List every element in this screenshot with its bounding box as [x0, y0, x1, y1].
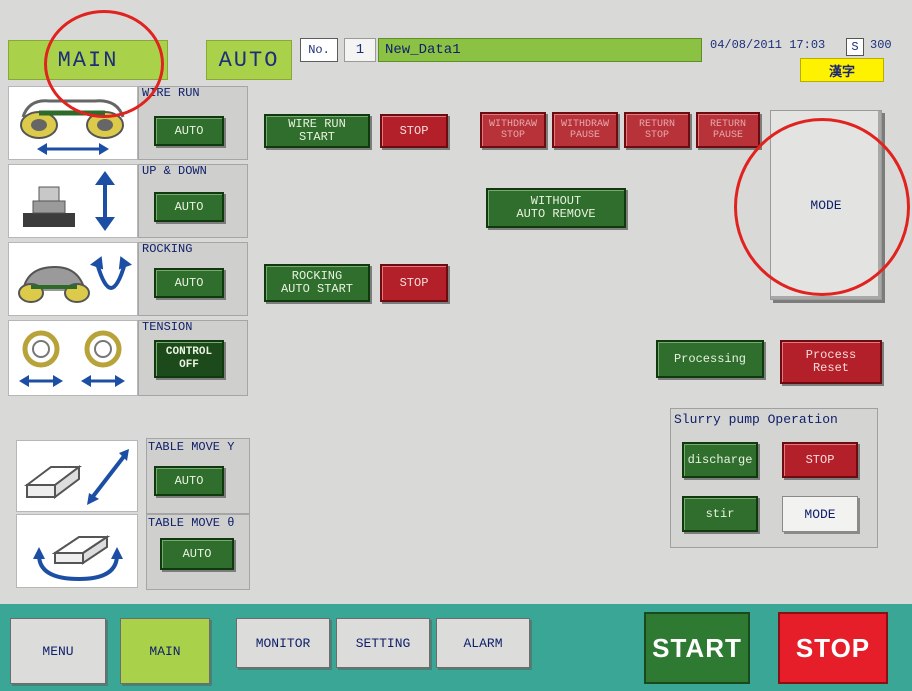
wire-run-label: WIRE RUN — [142, 86, 200, 100]
table-move-y-label: TABLE MOVE Y — [148, 440, 235, 454]
menu-button[interactable]: MENU — [10, 618, 106, 684]
table-move-y-mode-button[interactable]: AUTO — [154, 466, 224, 496]
tension-label: TENSION — [142, 320, 193, 334]
table-move-y-icon — [24, 449, 129, 505]
return-stop-button[interactable]: RETURN STOP — [624, 112, 690, 148]
return-pause-button[interactable]: RETURN PAUSE — [696, 112, 760, 148]
withdraw-stop-button[interactable]: WITHDRAW STOP — [480, 112, 546, 148]
wire-run-icon-box — [8, 86, 138, 160]
process-reset-button[interactable]: Process Reset — [780, 340, 882, 384]
data-no-label: No. — [300, 38, 338, 62]
wire-saw-horizontal-icon — [20, 99, 125, 155]
slurry-mode-button[interactable]: MODE — [782, 496, 858, 532]
data-number: 1 — [344, 38, 376, 62]
rocking-mode-button[interactable]: AUTO — [154, 268, 224, 298]
rocking-icon-box — [8, 242, 138, 316]
table-vertical-icon — [23, 171, 115, 231]
slurry-stir-button[interactable]: stir — [682, 496, 758, 532]
main-button[interactable]: MAIN — [120, 618, 210, 684]
wire-run-stop-button[interactable]: STOP — [380, 114, 448, 148]
up-down-label: UP & DOWN — [142, 164, 207, 178]
monitor-button[interactable]: MONITOR — [236, 618, 330, 668]
processing-button[interactable]: Processing — [656, 340, 764, 378]
s-value: 300 — [870, 38, 892, 52]
rocking-auto-start-button[interactable]: ROCKING AUTO START — [264, 264, 370, 302]
table-move-theta-label: TABLE MOVE θ — [148, 516, 235, 530]
rocking-label: ROCKING — [142, 242, 193, 256]
s-indicator: S — [846, 38, 864, 56]
slurry-stop-button[interactable]: STOP — [782, 442, 858, 478]
start-button[interactable]: START — [644, 612, 750, 684]
date-time: 04/08/2011 17:03 — [710, 38, 826, 52]
rocking-stop-button[interactable]: STOP — [380, 264, 448, 302]
tension-control-button[interactable]: CONTROL OFF — [154, 340, 224, 378]
slurry-discharge-button[interactable]: discharge — [682, 442, 758, 478]
without-auto-remove-button[interactable]: WITHOUT AUTO REMOVE — [486, 188, 626, 228]
language-button[interactable]: 漢字 — [800, 58, 884, 82]
tension-reels-icon — [19, 330, 125, 387]
table-move-theta-mode-button[interactable]: AUTO — [160, 538, 234, 570]
mode-button[interactable]: MODE — [770, 110, 882, 300]
wire-run-mode-button[interactable]: AUTO — [154, 116, 224, 146]
table-rotate-icon — [33, 535, 123, 582]
setting-button[interactable]: SETTING — [336, 618, 430, 668]
wire-run-start-button[interactable]: WIRE RUN START — [264, 114, 370, 148]
withdraw-pause-button[interactable]: WITHDRAW PAUSE — [552, 112, 618, 148]
table-move-y-icon-box — [16, 440, 138, 512]
data-name-field[interactable]: New_Data1 — [378, 38, 702, 62]
slurry-pump-title: Slurry pump Operation — [674, 412, 838, 427]
screen-tab-main: MAIN — [8, 40, 168, 80]
tension-icon-box — [8, 320, 138, 396]
stop-button[interactable]: STOP — [778, 612, 888, 684]
alarm-button[interactable]: ALARM — [436, 618, 530, 668]
mode-tab-auto: AUTO — [206, 40, 292, 80]
hmi-screen: MAIN AUTO No. 1 New_Data1 04/08/2011 17:… — [0, 0, 912, 691]
table-move-theta-icon-box — [16, 514, 138, 588]
up-down-icon-box — [8, 164, 138, 238]
rocking-icon — [18, 256, 133, 303]
up-down-mode-button[interactable]: AUTO — [154, 192, 224, 222]
